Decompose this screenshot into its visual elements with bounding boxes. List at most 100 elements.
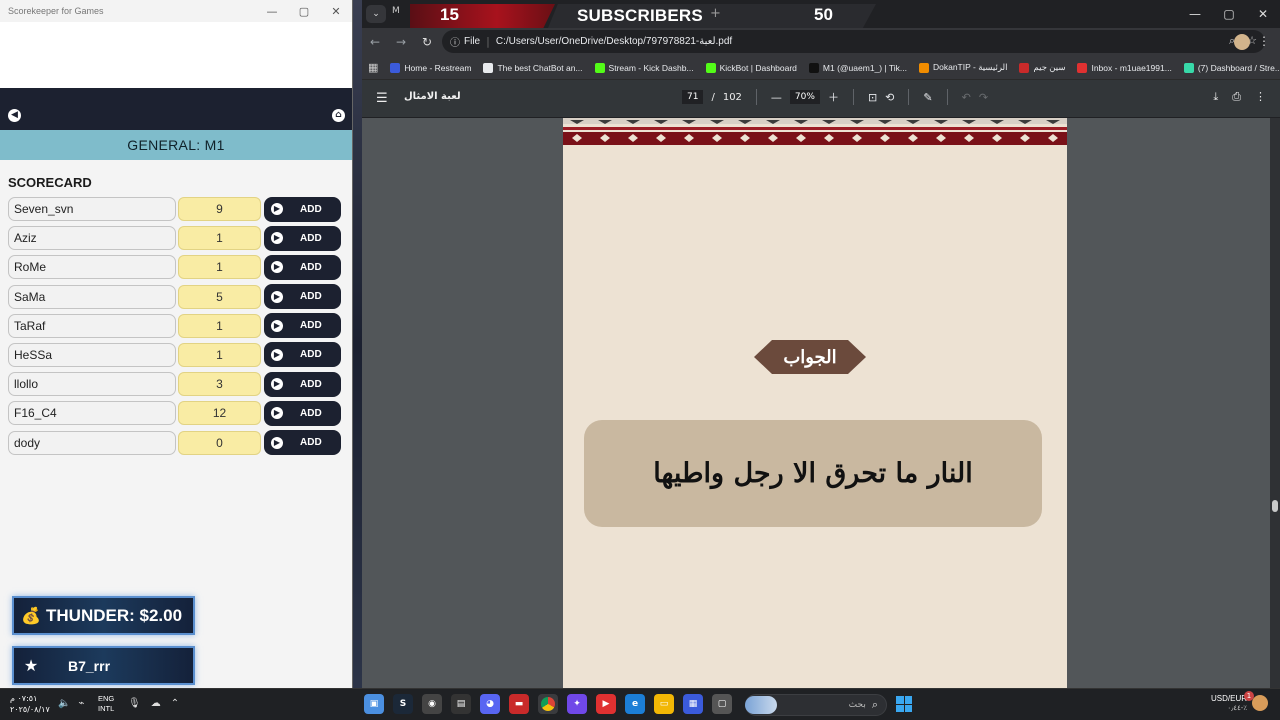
add-score-button[interactable]: ▶ ADD bbox=[264, 371, 341, 397]
scorecard-row: Seven_svn 9 ▶ ADD bbox=[8, 196, 344, 222]
player-score-field[interactable]: 12 bbox=[178, 401, 261, 426]
add-score-button[interactable]: ▶ ADD bbox=[264, 225, 341, 251]
edge-icon[interactable]: e bbox=[625, 694, 645, 714]
player-name-field[interactable]: dody bbox=[8, 430, 176, 455]
bookmark-item[interactable]: DokanTIP - الرئيسية bbox=[918, 62, 1007, 73]
fit-page-icon[interactable]: ⊡ bbox=[868, 91, 877, 104]
app-icon-camera[interactable]: ▤ bbox=[451, 694, 471, 714]
bookmark-item[interactable]: M1 (@uaem1_) | Tik... bbox=[808, 62, 907, 73]
minimize-icon[interactable]: — bbox=[1178, 0, 1212, 28]
close-icon[interactable]: ✕ bbox=[1246, 0, 1280, 28]
maximize-icon[interactable]: ▢ bbox=[1212, 0, 1246, 28]
toolbar-divider bbox=[908, 89, 910, 105]
annotate-icon[interactable]: ✎ bbox=[923, 91, 932, 104]
discord-icon[interactable]: ◕ bbox=[480, 694, 500, 714]
volume-icon[interactable]: 🔈 bbox=[58, 698, 70, 709]
page-number-input[interactable]: 71 bbox=[682, 90, 704, 104]
player-name-field[interactable]: SaMa bbox=[8, 284, 176, 309]
player-name-field[interactable]: Aziz bbox=[8, 226, 176, 251]
steam-icon[interactable]: S bbox=[393, 694, 413, 714]
profile-avatar[interactable] bbox=[1234, 34, 1250, 50]
scrollbar-thumb[interactable] bbox=[1272, 500, 1278, 512]
store-icon[interactable]: ▦ bbox=[683, 694, 703, 714]
minimize-icon[interactable]: — bbox=[256, 0, 288, 22]
language-indicator[interactable]: ENG INTL bbox=[98, 694, 114, 714]
player-name-field[interactable]: llollo bbox=[8, 372, 176, 397]
close-icon[interactable]: ✕ bbox=[320, 0, 352, 22]
player-score-field[interactable]: 3 bbox=[178, 372, 261, 397]
redo-icon[interactable]: ↷ bbox=[979, 91, 988, 104]
player-name-field[interactable]: Seven_svn bbox=[8, 197, 176, 221]
app-icon-obs[interactable]: ◉ bbox=[422, 694, 442, 714]
more-menu-icon[interactable]: ⋮ bbox=[1258, 34, 1270, 48]
player-name-field[interactable]: HeSSa bbox=[8, 342, 176, 367]
bookmark-item[interactable]: (7) Dashboard / Stre... bbox=[1183, 62, 1280, 73]
player-name-field[interactable]: TaRaf bbox=[8, 313, 176, 338]
clock[interactable]: ٠٧:٥١ م ٢٠٢٥/٠٨/١٧ bbox=[10, 693, 50, 715]
player-name-field[interactable]: F16_C4 bbox=[8, 401, 176, 426]
bookmark-item[interactable]: Home - Restream bbox=[390, 62, 471, 73]
home-icon[interactable]: ⌂ bbox=[332, 109, 345, 122]
microphone-icon[interactable]: 🎙 bbox=[128, 698, 141, 709]
info-icon[interactable]: ⓘ bbox=[450, 34, 460, 49]
cloud-icon[interactable]: ☁ bbox=[151, 698, 161, 709]
player-score-field[interactable]: 1 bbox=[178, 255, 261, 280]
add-score-button[interactable]: ▶ ADD bbox=[264, 284, 341, 310]
rotate-icon[interactable]: ⟲ bbox=[885, 91, 894, 104]
reload-icon[interactable]: ↻ bbox=[414, 35, 440, 49]
widgets-icon[interactable] bbox=[745, 696, 777, 714]
zoom-in-icon[interactable]: ＋ bbox=[828, 89, 839, 105]
maximize-icon[interactable]: ▢ bbox=[288, 0, 320, 22]
bookmark-item[interactable]: KickBot | Dashboard bbox=[705, 62, 797, 73]
notification-avatar-icon[interactable] bbox=[1252, 695, 1268, 711]
undo-icon[interactable]: ↶ bbox=[962, 91, 971, 104]
player-name-field[interactable]: RoMe bbox=[8, 255, 176, 280]
more-options-icon[interactable]: ⋮ bbox=[1255, 90, 1266, 104]
hamburger-menu-icon[interactable]: ☰ bbox=[376, 91, 388, 106]
new-tab-icon[interactable]: + bbox=[710, 6, 721, 21]
tab-label[interactable]: M bbox=[392, 6, 400, 16]
player-score-field[interactable]: 1 bbox=[178, 313, 261, 338]
player-score-field[interactable]: 0 bbox=[178, 430, 261, 455]
back-arrow-icon[interactable]: ◀ bbox=[8, 109, 21, 122]
zoom-level-input[interactable]: 70% bbox=[789, 90, 820, 104]
add-score-button[interactable]: ▶ ADD bbox=[264, 254, 341, 280]
folder-icon[interactable]: ▭ bbox=[654, 694, 674, 714]
player-score-field[interactable]: 1 bbox=[178, 226, 261, 251]
decorative-border bbox=[563, 118, 1067, 146]
player-score-field[interactable]: 1 bbox=[178, 342, 261, 367]
app-icon-copilot[interactable]: ✦ bbox=[567, 694, 587, 714]
add-score-button[interactable]: ▶ ADD bbox=[264, 430, 341, 455]
currency-widget[interactable]: USD/EUR ٠٫٤٤-٪ bbox=[1211, 694, 1247, 714]
windows-start-icon[interactable] bbox=[896, 696, 912, 712]
bookmark-item[interactable]: The best ChatBot an... bbox=[483, 62, 583, 73]
youtube-icon[interactable]: ▶ bbox=[596, 694, 616, 714]
add-score-button[interactable]: ▶ ADD bbox=[264, 342, 341, 368]
tab-search-dropdown-icon[interactable]: ⌄ bbox=[366, 5, 386, 23]
arrow-right-circle-icon: ▶ bbox=[271, 290, 283, 303]
pdf-viewer[interactable]: الجواب النار ما تحرق الا رجل واطيها bbox=[362, 118, 1280, 688]
chrome-icon[interactable] bbox=[538, 694, 558, 714]
chevron-up-icon[interactable]: ⌃ bbox=[171, 698, 179, 709]
add-score-button[interactable]: ▶ ADD bbox=[264, 400, 341, 426]
network-icon[interactable]: ⌁ bbox=[78, 698, 84, 709]
app-icon-news[interactable]: ▬ bbox=[509, 694, 529, 714]
zoom-out-icon[interactable]: — bbox=[771, 91, 782, 104]
bookmark-item[interactable]: Inbox - m1uae1991... bbox=[1077, 62, 1172, 73]
url-scheme: File bbox=[464, 36, 481, 47]
add-score-button[interactable]: ▶ ADD bbox=[264, 313, 341, 339]
app-icon-window[interactable]: ▢ bbox=[712, 694, 732, 714]
print-icon[interactable]: ⎙ bbox=[1232, 90, 1241, 104]
bookmark-item[interactable]: سين جيم bbox=[1019, 62, 1065, 73]
apps-grid-icon[interactable]: ▦ bbox=[368, 61, 378, 74]
download-icon[interactable]: ⤓ bbox=[1213, 90, 1218, 104]
player-score-field[interactable]: 9 bbox=[178, 197, 261, 221]
add-score-button[interactable]: ▶ ADD bbox=[264, 196, 341, 222]
app-icon-files[interactable]: ▣ bbox=[364, 694, 384, 714]
forward-icon[interactable]: → bbox=[388, 35, 414, 49]
url-input[interactable]: ⓘ File | C:/Users/User/OneDrive/Desktop/… bbox=[442, 30, 1265, 53]
back-icon[interactable]: ← bbox=[362, 35, 388, 49]
bookmark-item[interactable]: Stream - Kick Dashb... bbox=[594, 62, 694, 73]
player-score-field[interactable]: 5 bbox=[178, 284, 261, 309]
pdf-scrollbar[interactable] bbox=[1270, 118, 1280, 688]
